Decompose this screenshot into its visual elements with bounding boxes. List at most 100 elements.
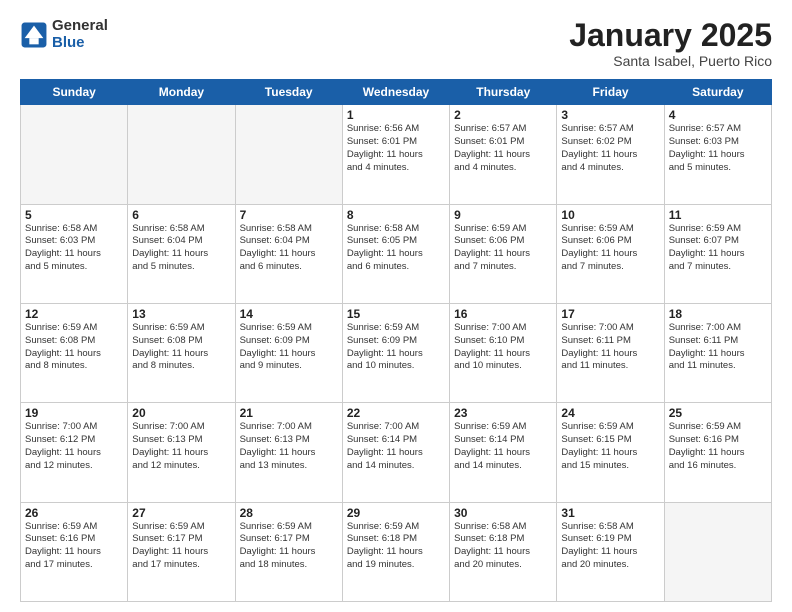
day-info: Sunrise: 6:59 AMSunset: 6:16 PMDaylight:… bbox=[669, 421, 767, 472]
day-number: 31 bbox=[561, 506, 659, 520]
calendar-cell: 14Sunrise: 6:59 AMSunset: 6:09 PMDayligh… bbox=[235, 303, 342, 402]
day-info: Sunrise: 6:58 AMSunset: 6:05 PMDaylight:… bbox=[347, 223, 445, 274]
day-info: Sunrise: 6:58 AMSunset: 6:04 PMDaylight:… bbox=[132, 223, 230, 274]
calendar-cell bbox=[128, 105, 235, 204]
day-info: Sunrise: 6:59 AMSunset: 6:09 PMDaylight:… bbox=[240, 322, 338, 373]
calendar-cell: 6Sunrise: 6:58 AMSunset: 6:04 PMDaylight… bbox=[128, 204, 235, 303]
day-info: Sunrise: 6:59 AMSunset: 6:08 PMDaylight:… bbox=[132, 322, 230, 373]
day-number: 2 bbox=[454, 108, 552, 122]
day-info: Sunrise: 7:00 AMSunset: 6:13 PMDaylight:… bbox=[240, 421, 338, 472]
calendar-cell: 30Sunrise: 6:58 AMSunset: 6:18 PMDayligh… bbox=[450, 502, 557, 601]
calendar-cell: 29Sunrise: 6:59 AMSunset: 6:18 PMDayligh… bbox=[342, 502, 449, 601]
calendar-cell: 31Sunrise: 6:58 AMSunset: 6:19 PMDayligh… bbox=[557, 502, 664, 601]
day-info: Sunrise: 6:57 AMSunset: 6:01 PMDaylight:… bbox=[454, 123, 552, 174]
day-number: 28 bbox=[240, 506, 338, 520]
calendar-cell: 2Sunrise: 6:57 AMSunset: 6:01 PMDaylight… bbox=[450, 105, 557, 204]
calendar-cell: 20Sunrise: 7:00 AMSunset: 6:13 PMDayligh… bbox=[128, 403, 235, 502]
logo-icon bbox=[20, 21, 48, 49]
week-row-5: 26Sunrise: 6:59 AMSunset: 6:16 PMDayligh… bbox=[21, 502, 772, 601]
calendar-table: SundayMondayTuesdayWednesdayThursdayFrid… bbox=[20, 79, 772, 602]
day-info: Sunrise: 6:59 AMSunset: 6:07 PMDaylight:… bbox=[669, 223, 767, 274]
calendar-header-row: SundayMondayTuesdayWednesdayThursdayFrid… bbox=[21, 80, 772, 105]
day-number: 22 bbox=[347, 406, 445, 420]
calendar-cell: 17Sunrise: 7:00 AMSunset: 6:11 PMDayligh… bbox=[557, 303, 664, 402]
calendar-cell: 10Sunrise: 6:59 AMSunset: 6:06 PMDayligh… bbox=[557, 204, 664, 303]
col-header-sunday: Sunday bbox=[21, 80, 128, 105]
week-row-4: 19Sunrise: 7:00 AMSunset: 6:12 PMDayligh… bbox=[21, 403, 772, 502]
week-row-1: 1Sunrise: 6:56 AMSunset: 6:01 PMDaylight… bbox=[21, 105, 772, 204]
day-number: 16 bbox=[454, 307, 552, 321]
col-header-wednesday: Wednesday bbox=[342, 80, 449, 105]
calendar-title: January 2025 bbox=[569, 18, 772, 53]
day-number: 20 bbox=[132, 406, 230, 420]
calendar-cell: 24Sunrise: 6:59 AMSunset: 6:15 PMDayligh… bbox=[557, 403, 664, 502]
calendar-cell: 12Sunrise: 6:59 AMSunset: 6:08 PMDayligh… bbox=[21, 303, 128, 402]
calendar-cell: 21Sunrise: 7:00 AMSunset: 6:13 PMDayligh… bbox=[235, 403, 342, 502]
day-number: 14 bbox=[240, 307, 338, 321]
day-info: Sunrise: 6:59 AMSunset: 6:17 PMDaylight:… bbox=[132, 521, 230, 572]
day-number: 6 bbox=[132, 208, 230, 222]
day-info: Sunrise: 6:59 AMSunset: 6:09 PMDaylight:… bbox=[347, 322, 445, 373]
day-info: Sunrise: 7:00 AMSunset: 6:10 PMDaylight:… bbox=[454, 322, 552, 373]
day-number: 12 bbox=[25, 307, 123, 321]
day-number: 8 bbox=[347, 208, 445, 222]
calendar-cell: 28Sunrise: 6:59 AMSunset: 6:17 PMDayligh… bbox=[235, 502, 342, 601]
day-info: Sunrise: 6:58 AMSunset: 6:04 PMDaylight:… bbox=[240, 223, 338, 274]
col-header-tuesday: Tuesday bbox=[235, 80, 342, 105]
day-number: 13 bbox=[132, 307, 230, 321]
day-number: 1 bbox=[347, 108, 445, 122]
day-number: 18 bbox=[669, 307, 767, 321]
day-info: Sunrise: 6:59 AMSunset: 6:16 PMDaylight:… bbox=[25, 521, 123, 572]
day-info: Sunrise: 6:59 AMSunset: 6:14 PMDaylight:… bbox=[454, 421, 552, 472]
calendar-cell: 4Sunrise: 6:57 AMSunset: 6:03 PMDaylight… bbox=[664, 105, 771, 204]
logo-text: General Blue bbox=[52, 18, 108, 51]
calendar-cell: 26Sunrise: 6:59 AMSunset: 6:16 PMDayligh… bbox=[21, 502, 128, 601]
calendar-cell: 22Sunrise: 7:00 AMSunset: 6:14 PMDayligh… bbox=[342, 403, 449, 502]
logo: General Blue bbox=[20, 18, 108, 51]
day-info: Sunrise: 6:59 AMSunset: 6:06 PMDaylight:… bbox=[454, 223, 552, 274]
logo-blue-text: Blue bbox=[52, 35, 108, 52]
day-info: Sunrise: 6:59 AMSunset: 6:06 PMDaylight:… bbox=[561, 223, 659, 274]
day-info: Sunrise: 6:59 AMSunset: 6:08 PMDaylight:… bbox=[25, 322, 123, 373]
day-info: Sunrise: 6:59 AMSunset: 6:17 PMDaylight:… bbox=[240, 521, 338, 572]
day-number: 21 bbox=[240, 406, 338, 420]
calendar-cell: 13Sunrise: 6:59 AMSunset: 6:08 PMDayligh… bbox=[128, 303, 235, 402]
day-info: Sunrise: 6:59 AMSunset: 6:15 PMDaylight:… bbox=[561, 421, 659, 472]
calendar-cell: 11Sunrise: 6:59 AMSunset: 6:07 PMDayligh… bbox=[664, 204, 771, 303]
calendar-cell: 5Sunrise: 6:58 AMSunset: 6:03 PMDaylight… bbox=[21, 204, 128, 303]
day-info: Sunrise: 6:59 AMSunset: 6:18 PMDaylight:… bbox=[347, 521, 445, 572]
title-block: January 2025 Santa Isabel, Puerto Rico bbox=[569, 18, 772, 69]
day-number: 25 bbox=[669, 406, 767, 420]
day-number: 26 bbox=[25, 506, 123, 520]
calendar-cell: 18Sunrise: 7:00 AMSunset: 6:11 PMDayligh… bbox=[664, 303, 771, 402]
day-number: 3 bbox=[561, 108, 659, 122]
calendar-cell: 25Sunrise: 6:59 AMSunset: 6:16 PMDayligh… bbox=[664, 403, 771, 502]
calendar-cell bbox=[235, 105, 342, 204]
calendar-cell: 1Sunrise: 6:56 AMSunset: 6:01 PMDaylight… bbox=[342, 105, 449, 204]
calendar-cell: 23Sunrise: 6:59 AMSunset: 6:14 PMDayligh… bbox=[450, 403, 557, 502]
calendar-cell: 9Sunrise: 6:59 AMSunset: 6:06 PMDaylight… bbox=[450, 204, 557, 303]
calendar-subtitle: Santa Isabel, Puerto Rico bbox=[569, 53, 772, 69]
week-row-3: 12Sunrise: 6:59 AMSunset: 6:08 PMDayligh… bbox=[21, 303, 772, 402]
day-number: 29 bbox=[347, 506, 445, 520]
page: General Blue January 2025 Santa Isabel, … bbox=[0, 0, 792, 612]
header: General Blue January 2025 Santa Isabel, … bbox=[20, 18, 772, 69]
calendar-cell: 7Sunrise: 6:58 AMSunset: 6:04 PMDaylight… bbox=[235, 204, 342, 303]
calendar-cell: 3Sunrise: 6:57 AMSunset: 6:02 PMDaylight… bbox=[557, 105, 664, 204]
day-info: Sunrise: 6:58 AMSunset: 6:03 PMDaylight:… bbox=[25, 223, 123, 274]
col-header-friday: Friday bbox=[557, 80, 664, 105]
day-number: 4 bbox=[669, 108, 767, 122]
day-number: 9 bbox=[454, 208, 552, 222]
day-number: 17 bbox=[561, 307, 659, 321]
day-info: Sunrise: 6:57 AMSunset: 6:03 PMDaylight:… bbox=[669, 123, 767, 174]
day-info: Sunrise: 7:00 AMSunset: 6:11 PMDaylight:… bbox=[561, 322, 659, 373]
day-number: 11 bbox=[669, 208, 767, 222]
calendar-cell: 19Sunrise: 7:00 AMSunset: 6:12 PMDayligh… bbox=[21, 403, 128, 502]
calendar-cell bbox=[664, 502, 771, 601]
day-number: 15 bbox=[347, 307, 445, 321]
day-info: Sunrise: 6:58 AMSunset: 6:19 PMDaylight:… bbox=[561, 521, 659, 572]
day-info: Sunrise: 7:00 AMSunset: 6:14 PMDaylight:… bbox=[347, 421, 445, 472]
col-header-saturday: Saturday bbox=[664, 80, 771, 105]
calendar-cell: 27Sunrise: 6:59 AMSunset: 6:17 PMDayligh… bbox=[128, 502, 235, 601]
day-number: 30 bbox=[454, 506, 552, 520]
